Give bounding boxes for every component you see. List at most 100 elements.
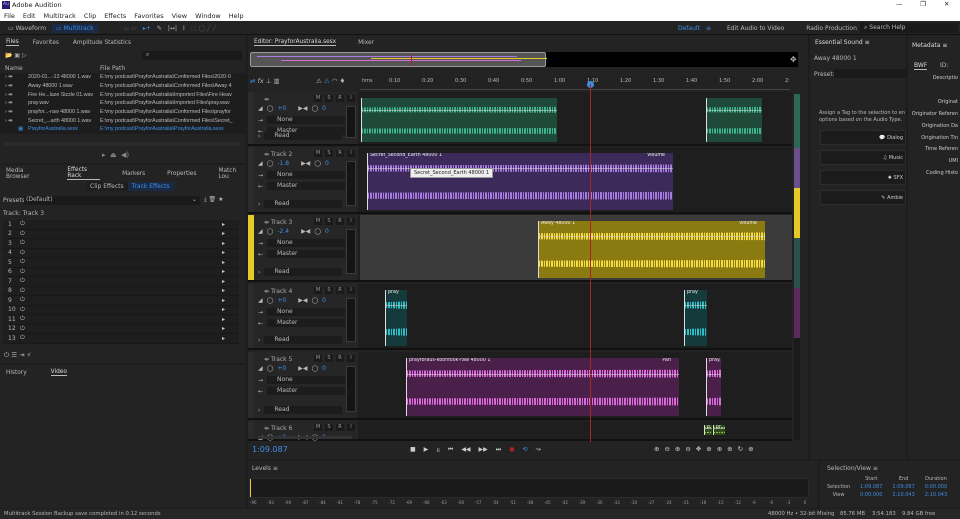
tab-match-loudness[interactable]: Match Lou bbox=[218, 168, 246, 180]
column-name[interactable]: Name bbox=[5, 65, 23, 72]
time-selection-icon[interactable]: I bbox=[183, 25, 185, 32]
volume-knob[interactable]: ◯ bbox=[267, 160, 274, 167]
effect-slot[interactable]: 4 ⏻ ▸ bbox=[3, 248, 239, 258]
play-button[interactable]: ▶ bbox=[424, 446, 429, 454]
slot-menu-arrow[interactable]: ▸ bbox=[222, 297, 225, 304]
pan-knob[interactable]: ◯ bbox=[311, 365, 318, 372]
input-select[interactable]: None bbox=[267, 116, 346, 124]
track-header[interactable]: ⇹ Track 5 MSRI ◢ ◯ +0 ▶◀ ◯ 0 → None ← Master › R… bbox=[248, 352, 358, 418]
zoom-track-icon[interactable]: ↻ bbox=[738, 445, 743, 453]
power-icon[interactable]: ⏻ bbox=[20, 296, 25, 304]
track-lane[interactable] bbox=[360, 147, 792, 212]
preview-transport[interactable]: ▸ ⏏ ◀) bbox=[102, 151, 129, 159]
power-icon[interactable]: ⏻ bbox=[20, 258, 25, 266]
arm-record-button[interactable]: R bbox=[336, 218, 344, 225]
tab-amplitude-statistics[interactable]: Amplitude Statistics bbox=[73, 40, 131, 46]
pan-value[interactable]: 0 bbox=[322, 297, 326, 304]
automation-mode-select[interactable]: Read bbox=[264, 336, 343, 344]
slip-tool-icon[interactable]: |↔| bbox=[168, 25, 177, 32]
arm-record-button[interactable]: R bbox=[336, 287, 344, 294]
zoom-out-time-icon[interactable]: ⊖ bbox=[685, 445, 690, 453]
workspace-radio[interactable]: Radio Production bbox=[806, 25, 857, 32]
menu-view[interactable]: View bbox=[172, 12, 187, 20]
track-name[interactable]: Track 3 bbox=[271, 219, 292, 226]
tab-track-effects[interactable]: Track Effects bbox=[127, 182, 174, 191]
power-icon[interactable]: ⏻ bbox=[20, 239, 25, 247]
slot-menu-arrow[interactable]: ▸ bbox=[222, 325, 225, 332]
track-grip-icon[interactable]: ⇹ bbox=[264, 356, 269, 363]
slot-menu-arrow[interactable]: ▸ bbox=[222, 335, 225, 342]
save-preset-icon[interactable]: ⤓ 🗑 ★ bbox=[204, 196, 223, 204]
tab-editor[interactable]: Editor: PrayforAustralia.sesx bbox=[254, 39, 337, 46]
go-start-button[interactable]: ⏮ bbox=[448, 446, 453, 454]
input-select[interactable]: None bbox=[267, 376, 346, 384]
tag-music-button[interactable]: ♫ Music bbox=[820, 150, 906, 165]
stop-button[interactable]: ■ bbox=[410, 446, 416, 454]
zoom-to-fit-icon[interactable]: ✥ bbox=[790, 55, 797, 64]
files-search-input[interactable]: ⌕ bbox=[142, 51, 242, 60]
pan-value[interactable]: 0 bbox=[322, 365, 326, 372]
pan-value[interactable]: 0 bbox=[322, 105, 326, 112]
effect-slot[interactable]: 10 ⏻ ▸ bbox=[3, 305, 239, 315]
monitor-input-button[interactable]: I bbox=[347, 287, 355, 294]
slot-menu-arrow[interactable]: ▸ bbox=[222, 306, 225, 313]
effect-slot[interactable]: 7 ⏻ ▸ bbox=[3, 277, 239, 287]
file-row[interactable]: › ⇹ 2020-01...-13 48000 1.wav E:\my podcas… bbox=[0, 73, 246, 82]
selection-start[interactable]: 1:09.087 bbox=[855, 483, 887, 491]
menu-effects[interactable]: Effects bbox=[104, 12, 126, 20]
tab-properties[interactable]: Properties bbox=[167, 171, 196, 177]
essential-preset-dropdown[interactable] bbox=[834, 69, 906, 78]
track-grip-icon[interactable]: ⇹ bbox=[264, 219, 269, 226]
slot-menu-arrow[interactable]: ▸ bbox=[222, 230, 225, 237]
track-name[interactable]: Track 5 bbox=[271, 356, 292, 363]
workspace-edit-audio-video[interactable]: Edit Audio to Video bbox=[727, 25, 784, 32]
automation-mode-select[interactable]: Read bbox=[264, 406, 343, 414]
output-select[interactable]: Master bbox=[267, 182, 346, 190]
pan-value[interactable]: 0 bbox=[325, 228, 329, 235]
track-filter-icons[interactable]: ⚠ ⚠ ◠ ♦ bbox=[316, 77, 345, 85]
power-icon[interactable]: ⏻ bbox=[20, 230, 25, 238]
view-duration[interactable]: 2:10.043 bbox=[920, 491, 952, 499]
file-row[interactable]: › ⇹ Fire He...laze Sizzle 01.wav E:\my pod… bbox=[0, 90, 246, 99]
loop-button[interactable]: ⟲ bbox=[522, 446, 527, 454]
track-lane[interactable] bbox=[360, 421, 792, 439]
tab-video[interactable]: Video bbox=[50, 369, 67, 376]
mute-button[interactable]: M bbox=[314, 424, 322, 431]
zoom-full-icon[interactable]: ✥ bbox=[696, 445, 701, 453]
marquee-icon[interactable]: ⬚ ◯ ╱ ╱ bbox=[191, 25, 216, 32]
arm-record-button[interactable]: R bbox=[336, 150, 344, 157]
pan-value[interactable]: 0 bbox=[325, 160, 329, 167]
pause-button[interactable]: ॥ bbox=[436, 446, 440, 454]
menu-favorites[interactable]: Favorites bbox=[134, 12, 163, 20]
pan-knob[interactable]: ◯ bbox=[314, 160, 321, 167]
zoom-in-point-icon[interactable]: ⊕ bbox=[706, 445, 711, 453]
forward-button[interactable]: ▶▶ bbox=[479, 446, 488, 454]
power-icon[interactable]: ⏻ bbox=[20, 315, 25, 323]
slot-menu-arrow[interactable]: ▸ bbox=[222, 259, 225, 266]
effect-slot[interactable]: 13 ⏻ ▸ bbox=[3, 334, 239, 344]
power-icon[interactable]: ⏻ bbox=[20, 277, 25, 285]
output-select[interactable]: Master bbox=[267, 319, 346, 327]
tab-id3[interactable]: ID: bbox=[940, 62, 948, 69]
volume-value[interactable]: +0 bbox=[277, 297, 286, 304]
column-file-path[interactable]: File Path bbox=[100, 65, 125, 72]
volume-knob[interactable]: ◯ bbox=[267, 105, 274, 112]
monitor-input-button[interactable]: I bbox=[347, 218, 355, 225]
file-row[interactable]: › ⇹ prayfor...-raw 48000 1.wav E:\my podca… bbox=[0, 108, 246, 117]
effect-slot[interactable]: 1 ⏻ ▸ bbox=[3, 220, 239, 230]
effect-slot[interactable]: 2 ⏻ ▸ bbox=[3, 229, 239, 239]
slot-menu-arrow[interactable]: ▸ bbox=[222, 240, 225, 247]
tab-files[interactable]: Files bbox=[6, 39, 19, 46]
track-header[interactable]: ⇹ Track 4 MSRI ◢ ◯ +0 ▶◀ ◯ 0 → None ← Master › R… bbox=[248, 284, 358, 348]
razor-tool-icon[interactable]: ✎ bbox=[157, 25, 162, 32]
volume-value[interactable]: +0 bbox=[277, 105, 286, 112]
menu-clip[interactable]: Clip bbox=[84, 12, 96, 20]
automation-mode-select[interactable]: Read bbox=[264, 268, 343, 276]
mute-button[interactable]: M bbox=[314, 218, 322, 225]
effect-slot[interactable]: 9 ⏻ ▸ bbox=[3, 296, 239, 306]
pan-knob[interactable]: ◯ bbox=[311, 297, 318, 304]
tab-media-browser[interactable]: Media Browser bbox=[6, 168, 45, 180]
tab-history[interactable]: History bbox=[6, 370, 27, 376]
record-button[interactable]: ● bbox=[509, 446, 514, 454]
volume-knob[interactable]: ◯ bbox=[267, 297, 274, 304]
